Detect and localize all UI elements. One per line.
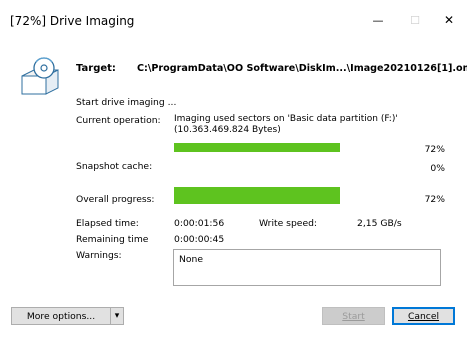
elapsed-time-value: 0:00:01:56 (174, 218, 225, 229)
dialog-content: Target: C:\ProgramData\OO Software\DiskI… (0, 36, 467, 340)
warnings-label: Warnings: (76, 250, 122, 261)
minimize-icon: — (372, 13, 384, 27)
write-speed-label: Write speed: (259, 218, 318, 229)
overall-progress-fill (174, 187, 341, 204)
title-bar: [72%] Drive Imaging — ☐ ✕ (0, 0, 467, 36)
snapshot-cache-label: Snapshot cache: (76, 161, 153, 172)
maximize-icon: ☐ (410, 13, 420, 27)
current-operation-progress-bar (174, 143, 405, 152)
warnings-value: None (179, 254, 203, 265)
cancel-label: Cancel (407, 310, 440, 322)
status-text: Start drive imaging ... (76, 97, 177, 108)
maximize-button: ☐ (398, 8, 432, 32)
more-options-dropdown-button[interactable]: ▾ (111, 307, 124, 325)
overall-progress-percent: 72% (424, 194, 445, 205)
current-operation-label: Current operation: (76, 115, 161, 126)
minimize-button[interactable]: — (361, 8, 395, 32)
target-label: Target: (76, 63, 116, 74)
start-label: Start (342, 310, 365, 322)
chevron-down-icon: ▾ (114, 311, 120, 321)
cancel-button[interactable]: Cancel (392, 307, 455, 325)
drive-imaging-icon (21, 57, 59, 95)
window-title: [72%] Drive Imaging (10, 14, 135, 28)
write-speed-value: 2,15 GB/s (357, 218, 402, 229)
current-operation-progress-fill (174, 143, 341, 152)
more-options-label: More options... (26, 310, 96, 322)
warnings-box[interactable]: None (173, 249, 441, 286)
remaining-time-value: 0:00:00:45 (174, 234, 225, 245)
start-button: Start (322, 307, 385, 325)
more-options-button[interactable]: More options... (11, 307, 111, 325)
close-button[interactable]: ✕ (432, 8, 466, 32)
snapshot-cache-percent: 0% (430, 163, 445, 174)
current-operation-percent: 72% (424, 144, 445, 155)
elapsed-time-label: Elapsed time: (76, 218, 139, 229)
overall-progress-bar (174, 187, 405, 204)
current-operation-value: Imaging used sectors on 'Basic data part… (174, 114, 398, 135)
remaining-time-label: Remaining time (76, 234, 149, 245)
close-icon: ✕ (443, 13, 455, 27)
overall-progress-label: Overall progress: (76, 194, 155, 205)
target-path: C:\ProgramData\OO Software\DiskIm...\Ima… (137, 63, 467, 74)
